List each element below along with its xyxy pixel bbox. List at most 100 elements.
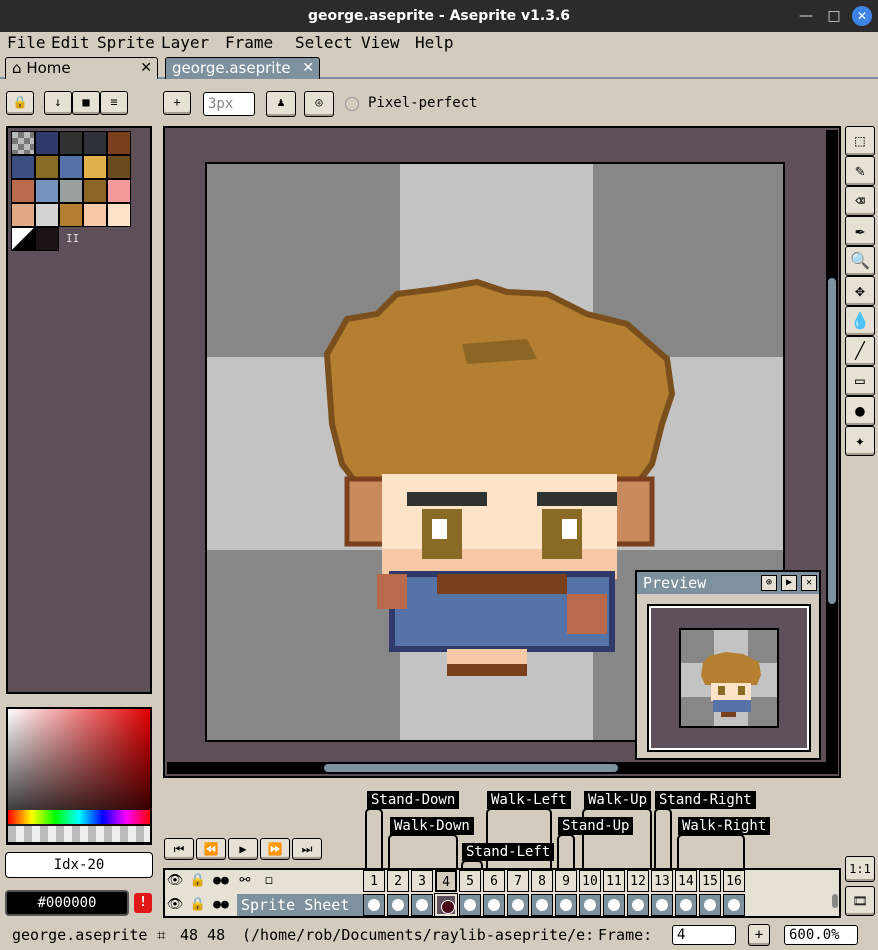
color-spectrum[interactable] [6, 707, 152, 845]
tab-george-aseprite[interactable]: george.aseprite ✕ [165, 57, 320, 79]
fg-bg-swatch[interactable] [11, 227, 35, 251]
timeline-cel[interactable] [459, 894, 481, 916]
palette-swatch[interactable] [11, 131, 35, 155]
bg-color-swatch[interactable] [35, 227, 59, 251]
previous-frame-icon[interactable]: ⏪ [196, 838, 226, 860]
next-frame-icon[interactable]: ⏩ [260, 838, 290, 860]
menu-file[interactable]: File [7, 32, 46, 54]
frame-header[interactable]: 15 [699, 870, 721, 892]
timeline-cel[interactable] [411, 894, 433, 916]
close-tab-file-icon[interactable]: ✕ [302, 58, 314, 78]
tag-stand-down[interactable]: Stand-Down [367, 791, 460, 809]
timeline-cel[interactable] [723, 894, 745, 916]
ink-icon[interactable]: ♟ [266, 91, 296, 117]
frame-header[interactable]: 14 [675, 870, 697, 892]
palette-swatch[interactable] [59, 131, 83, 155]
timeline-cel[interactable] [555, 894, 577, 916]
maximize-button[interactable]: □ [824, 6, 844, 26]
hue-slider[interactable] [8, 810, 150, 824]
brush-size-input[interactable]: 3px [203, 92, 255, 116]
timeline-cel[interactable] [507, 894, 529, 916]
square-icon[interactable]: ■ [72, 91, 100, 115]
fill-icon[interactable]: 💧 [845, 306, 875, 336]
zoom-icon[interactable]: 🔍 [845, 246, 875, 276]
target-icon[interactable]: ◎ [304, 91, 334, 117]
play-animation-icon[interactable]: ▶ [228, 838, 258, 860]
lock-header-icon[interactable]: 🔒 [187, 870, 209, 892]
palette-swatch[interactable] [59, 179, 83, 203]
frame-header[interactable]: 2 [387, 870, 409, 892]
timeline-cel[interactable] [627, 894, 649, 916]
palette-swatch[interactable] [59, 155, 83, 179]
menu-view[interactable]: View [361, 32, 400, 54]
layer-visible-icon[interactable]: 👁 [164, 894, 186, 916]
menu-help[interactable]: Help [415, 32, 454, 54]
minimize-button[interactable]: — [796, 6, 816, 26]
timeline-cel[interactable] [603, 894, 625, 916]
timeline-cel[interactable] [651, 894, 673, 916]
frame-header[interactable]: 7 [507, 870, 529, 892]
frame-header[interactable]: 9 [555, 870, 577, 892]
pixel-perfect-checkbox[interactable] [345, 97, 359, 111]
palette-swatch[interactable] [107, 131, 131, 155]
frame-number-input[interactable]: 4 [672, 925, 736, 945]
tag-walk-down[interactable]: Walk-Down [390, 817, 474, 835]
palette-swatch[interactable] [107, 179, 131, 203]
tag-stand-up[interactable]: Stand-Up [558, 817, 634, 835]
palette-swatch[interactable] [35, 203, 59, 227]
timeline-cel[interactable] [699, 894, 721, 916]
eraser-icon[interactable]: ⌫ [845, 186, 875, 216]
close-icon[interactable]: ✕ [801, 575, 817, 591]
alpha-slider[interactable] [8, 826, 150, 842]
play-icon[interactable]: ▶ [781, 575, 797, 591]
palette-swatch[interactable] [83, 155, 107, 179]
palette-swatch[interactable] [35, 155, 59, 179]
frame-header[interactable]: 6 [483, 870, 505, 892]
blur-icon[interactable]: ● [845, 396, 875, 426]
brush-type-button[interactable]: + [163, 91, 191, 115]
tag-walk-right[interactable]: Walk-Right [678, 817, 771, 835]
frame-header[interactable]: 10 [579, 870, 601, 892]
move-icon[interactable]: ✥ [845, 276, 875, 306]
layer-lock-icon[interactable]: 🔒 [187, 894, 209, 916]
palette-options[interactable]: II [66, 232, 79, 245]
timeline-cel[interactable] [387, 894, 409, 916]
timeline-cel[interactable] [579, 894, 601, 916]
zoom-input[interactable]: 600.0% [784, 925, 858, 945]
new-layer-icon[interactable]: ◻ [258, 870, 280, 892]
palette-swatch[interactable] [83, 203, 107, 227]
frame-header[interactable]: 4 [435, 870, 457, 892]
link-cels-icon[interactable]: ⚯ [234, 870, 256, 892]
tag-stand-right[interactable]: Stand-Right [655, 791, 756, 809]
spray-icon[interactable]: ✦ [845, 426, 875, 456]
color-index-field[interactable]: Idx-20 [5, 852, 153, 878]
frame-header[interactable]: 5 [459, 870, 481, 892]
list-icon[interactable]: ≡ [100, 91, 128, 115]
palette-swatch[interactable] [83, 179, 107, 203]
palette-swatch[interactable] [11, 203, 35, 227]
timeline-cel[interactable] [483, 894, 505, 916]
tag-walk-up[interactable]: Walk-Up [584, 791, 652, 809]
palette-swatch[interactable] [83, 131, 107, 155]
timeline-cel[interactable] [434, 893, 458, 917]
timeline-scroll-thumb[interactable] [832, 894, 838, 908]
menu-frame[interactable]: Frame [225, 32, 273, 54]
zoom-1-1-button[interactable]: 1:1 [845, 856, 875, 882]
first-frame-icon[interactable]: ⏮ [164, 838, 194, 860]
menu-select[interactable]: Select [295, 32, 353, 54]
frame-header[interactable]: 1 [363, 870, 385, 892]
eyedropper-icon[interactable]: ✒ [845, 216, 875, 246]
palette-swatch[interactable] [35, 131, 59, 155]
last-frame-icon[interactable]: ⏭ [292, 838, 322, 860]
timeline-cel[interactable] [675, 894, 697, 916]
preview-window[interactable]: Preview ⊕ ▶ ✕ [635, 570, 821, 760]
palette-swatch[interactable] [107, 155, 131, 179]
palette-swatch[interactable] [35, 179, 59, 203]
layer-name[interactable]: Sprite Sheet [237, 894, 363, 916]
tab-home[interactable]: ⌂ Home ✕ [5, 57, 158, 79]
line-icon[interactable]: ╱ [845, 336, 875, 366]
menu-layer[interactable]: Layer [161, 32, 209, 54]
onion-skin-icon[interactable]: ●● [210, 870, 232, 892]
palette-swatch[interactable] [107, 203, 131, 227]
vertical-scroll-thumb[interactable] [828, 278, 836, 604]
